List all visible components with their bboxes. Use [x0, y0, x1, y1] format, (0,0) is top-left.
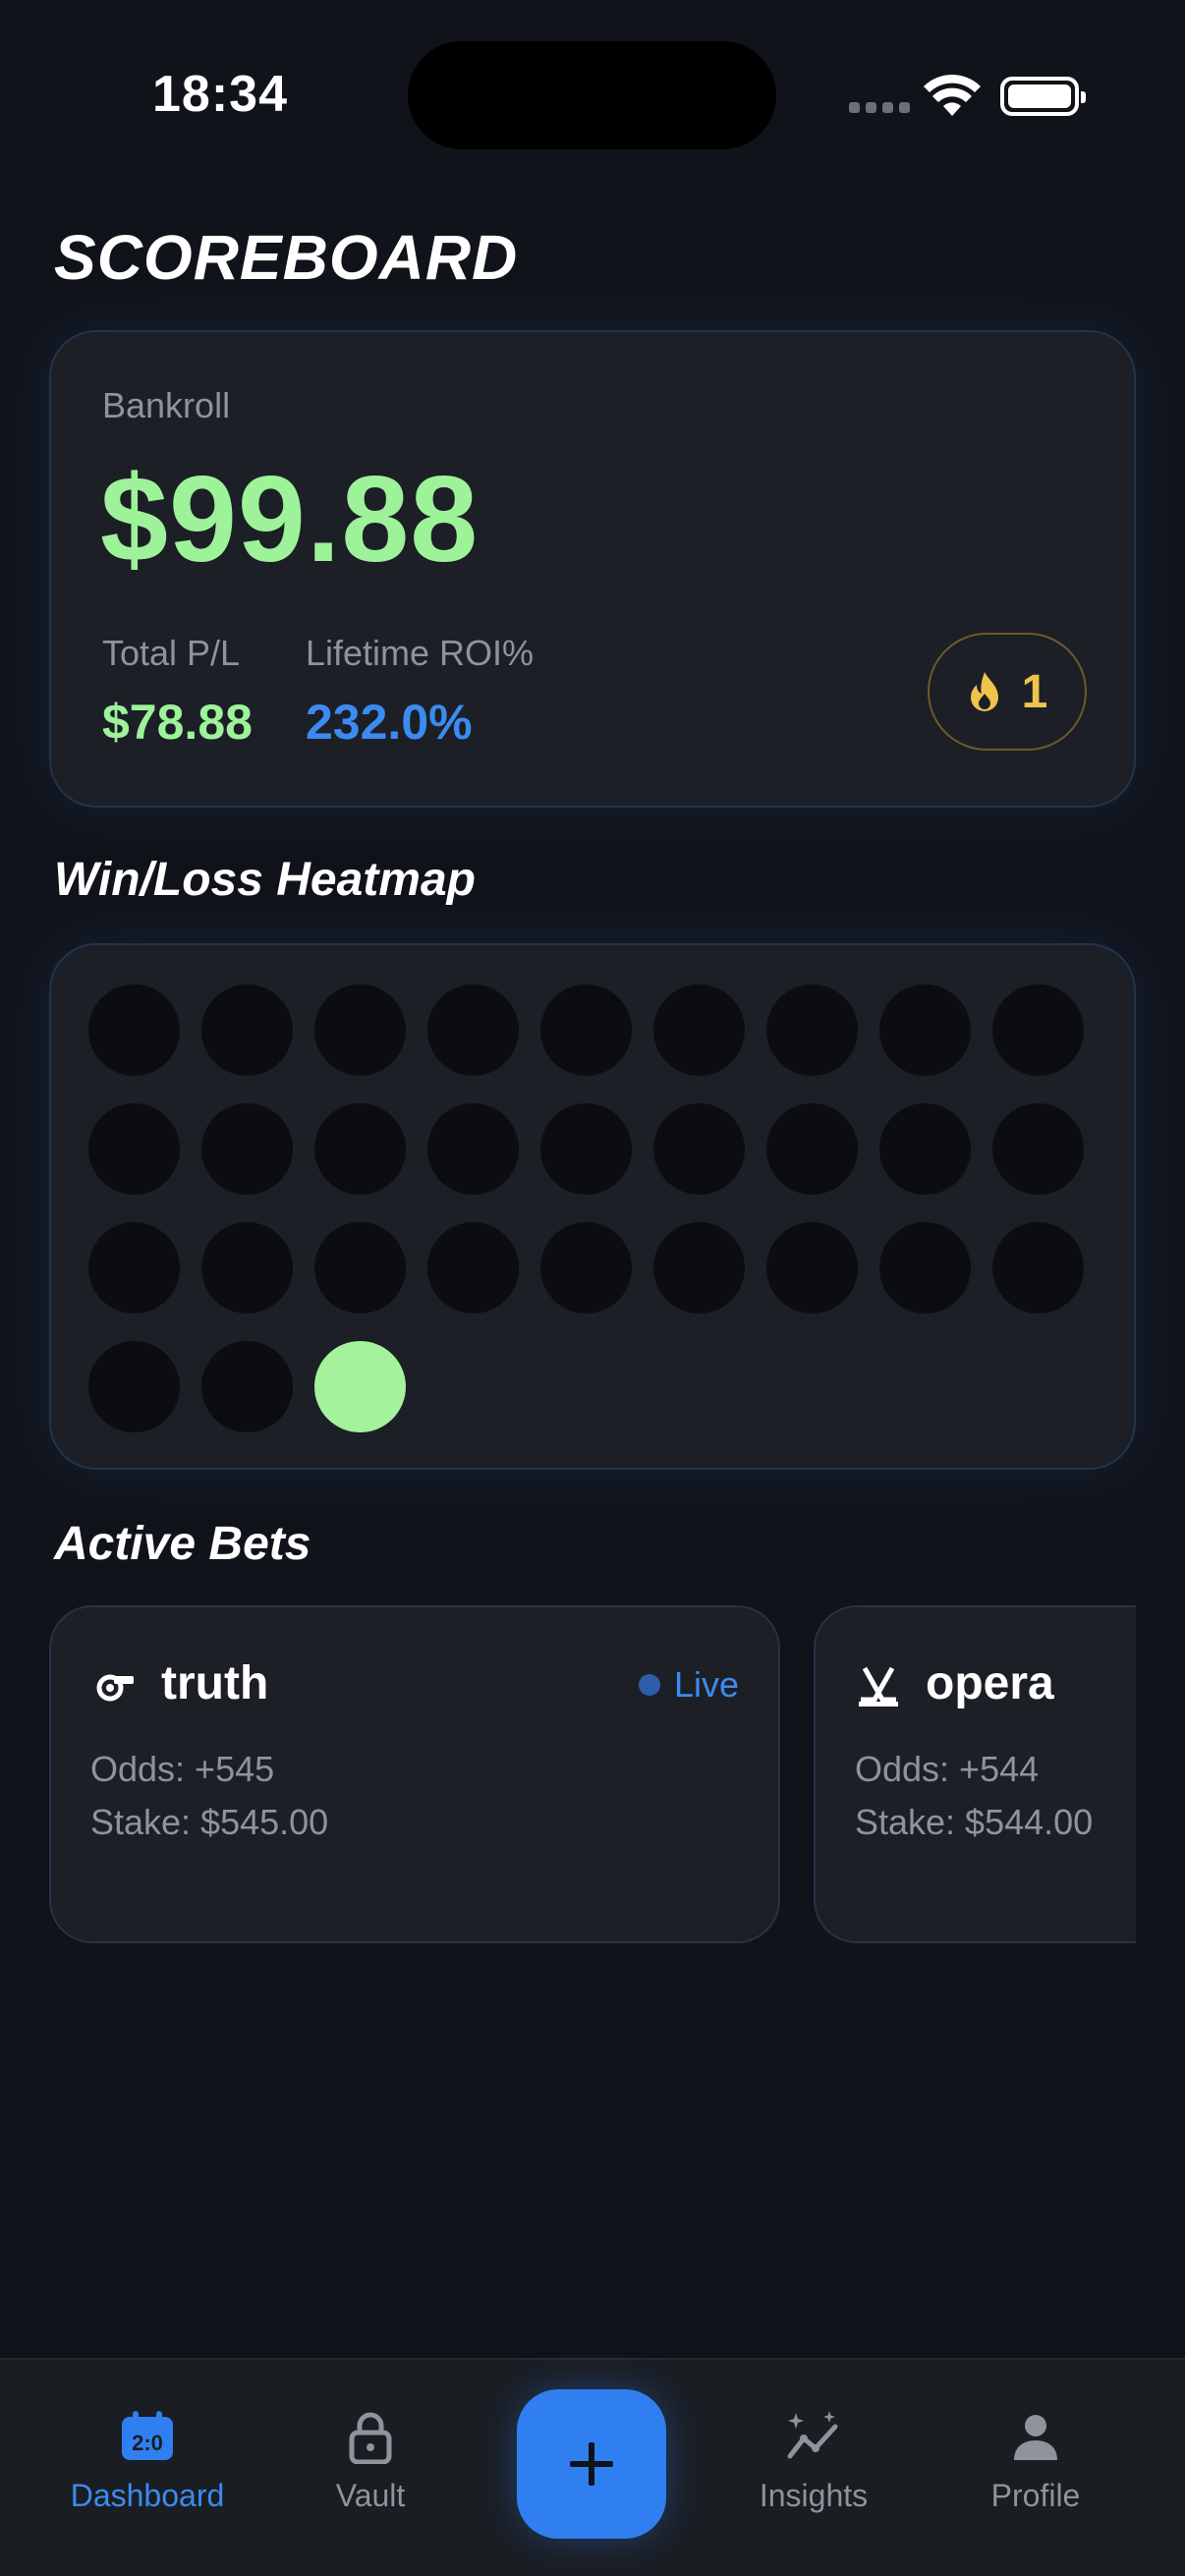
bottom-nav: 2:0 Dashboard Vault Insights Profile [0, 2358, 1185, 2576]
heatmap-cell [201, 984, 293, 1076]
heatmap-cell [653, 984, 745, 1076]
bet-stake: Stake: $544.00 [855, 1802, 1094, 1842]
bet-card[interactable]: truth Live Odds: +545 Stake: $545.00 [49, 1605, 780, 1943]
nav-insights[interactable]: Insights [715, 2409, 912, 2514]
bankroll-label: Bankroll [102, 385, 231, 425]
bet-card[interactable]: opera Odds: +544 Stake: $544.00 [814, 1605, 1136, 1943]
fire-icon [970, 672, 998, 711]
heatmap-cell [427, 1222, 519, 1314]
plus-icon [570, 2442, 613, 2486]
roi-value: 232.0% [306, 695, 473, 750]
heatmap-cell [88, 984, 180, 1076]
lock-icon [349, 2412, 392, 2464]
total-pl-value: $78.88 [102, 695, 253, 750]
heatmap-cell [766, 984, 858, 1076]
bet-name: opera [926, 1657, 1054, 1709]
nav-profile[interactable]: Profile [937, 2409, 1134, 2514]
heatmap-cell [314, 1222, 406, 1314]
nav-label: Vault [335, 2478, 406, 2513]
heatmap-cell [201, 1103, 293, 1195]
heatmap-cell [653, 1103, 745, 1195]
heatmap-cell [88, 1103, 180, 1195]
heatmap-cell [201, 1341, 293, 1432]
heatmap-card [49, 943, 1136, 1470]
active-bets-carousel[interactable]: truth Live Odds: +545 Stake: $545.00 ope… [49, 1605, 1136, 1943]
heatmap-cell [314, 984, 406, 1076]
total-pl-label: Total P/L [102, 633, 241, 673]
add-bet-button[interactable] [517, 2389, 666, 2539]
roi-label: Lifetime ROI% [306, 633, 535, 673]
heatmap-cell [314, 1341, 406, 1432]
scoreboard-screen: 18:34 SCOREBOARD Bankroll $99.88 Total P… [0, 0, 1185, 2576]
streak-count: 1 [1021, 665, 1048, 718]
bet-stake: Stake: $545.00 [90, 1802, 329, 1842]
nav-label: Dashboard [70, 2478, 225, 2513]
heatmap-cell [766, 1103, 858, 1195]
nav-vault[interactable]: Vault [272, 2409, 469, 2514]
page-title: SCOREBOARD [54, 222, 519, 293]
hockey-sticks-icon [859, 1666, 898, 1707]
person-icon [1014, 2415, 1057, 2460]
bankroll-amount: $99.88 [100, 452, 480, 588]
bet-odds: Odds: +545 [90, 1749, 275, 1789]
trend-sparkle-icon [787, 2411, 838, 2459]
nav-dashboard[interactable]: 2:0 Dashboard [49, 2409, 246, 2514]
battery-icon [1000, 77, 1086, 116]
live-dot-icon [638, 1674, 660, 1696]
heatmap-cell [540, 984, 632, 1076]
whistle-icon [96, 1674, 134, 1702]
heatmap-grid [88, 984, 1084, 1432]
heatmap-cell [201, 1222, 293, 1314]
nav-label: Insights [759, 2478, 869, 2513]
heatmap-cell [427, 1103, 519, 1195]
wifi-icon [924, 74, 981, 116]
heatmap-cell [540, 1103, 632, 1195]
heatmap-cell [653, 1222, 745, 1314]
calendar-scoreboard-icon: 2:0 [122, 2411, 173, 2460]
streak-badge[interactable]: 1 [928, 633, 1087, 751]
heatmap-cell [88, 1341, 180, 1432]
cellular-signal-icon [849, 102, 910, 113]
heatmap-cell [879, 1222, 971, 1314]
heatmap-title: Win/Loss Heatmap [54, 854, 476, 906]
heatmap-cell [540, 1222, 632, 1314]
heatmap-cell [992, 1103, 1084, 1195]
bet-odds: Odds: +544 [855, 1749, 1040, 1789]
nav-label: Profile [990, 2478, 1081, 2513]
dynamic-island [408, 41, 776, 149]
bet-name: truth [161, 1657, 269, 1709]
status-time: 18:34 [152, 66, 288, 123]
heatmap-cell [314, 1103, 406, 1195]
svg-text:2:0: 2:0 [132, 2431, 163, 2455]
active-bets-title: Active Bets [54, 1518, 311, 1570]
heatmap-cell [992, 1222, 1084, 1314]
heatmap-cell [766, 1222, 858, 1314]
bankroll-card: Bankroll $99.88 Total P/L $78.88 Lifetim… [49, 330, 1136, 808]
heatmap-cell [427, 984, 519, 1076]
heatmap-cell [88, 1222, 180, 1314]
heatmap-cell [879, 984, 971, 1076]
live-label: Live [673, 1664, 739, 1705]
heatmap-cell [992, 984, 1084, 1076]
live-status: Live [638, 1664, 739, 1706]
heatmap-cell [879, 1103, 971, 1195]
